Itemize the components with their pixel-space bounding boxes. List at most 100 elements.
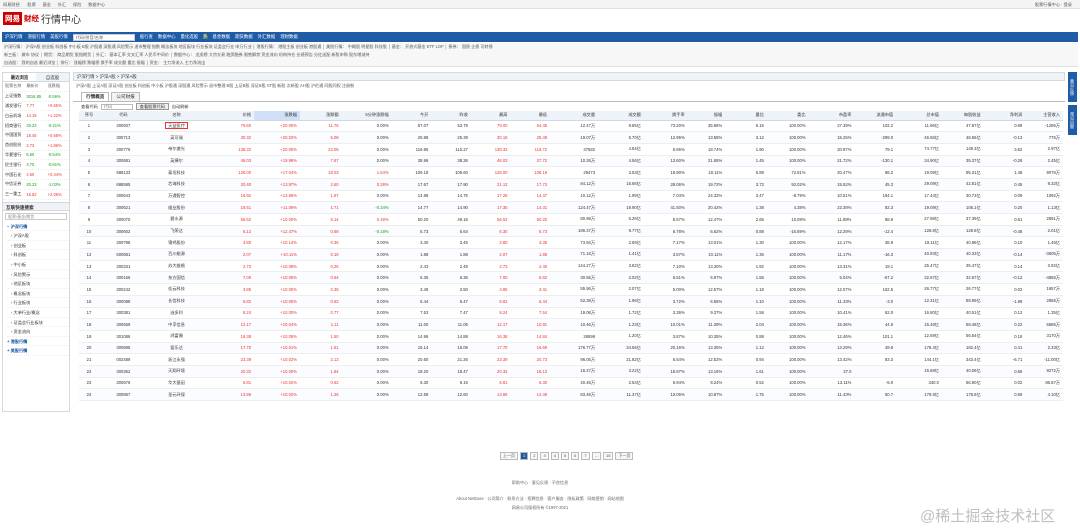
sidebar-stock-row[interactable]: 三一重工 15.82 +2.06% <box>3 190 69 200</box>
tree-item[interactable]: › 概念板块 <box>7 289 69 299</box>
sidebar-stock-row[interactable]: 招商银行 33.23 -0.21% <box>3 121 69 131</box>
tree-item[interactable]: › 行业板块 <box>7 298 69 308</box>
lookup-button[interactable]: 查看股票代码 <box>135 103 169 110</box>
column-header[interactable]: 价格 <box>208 111 255 121</box>
column-header[interactable]: 序号 <box>79 111 102 121</box>
table-row[interactable]: 6 688595 芯海科技 20.40 +13.97% 2.60 0.28% 17.67 17.… <box>79 178 1063 191</box>
table-cell[interactable]: 8 <box>79 201 102 214</box>
table-cell[interactable]: 300867 <box>101 388 148 401</box>
column-header[interactable]: 名称 <box>147 111 209 121</box>
table-cell[interactable]: 24 <box>79 388 102 401</box>
table-cell[interactable]: 17 <box>79 307 102 320</box>
tree-item[interactable]: › 风险警示 <box>7 270 69 280</box>
stock-name[interactable]: 三一重工 <box>5 191 26 197</box>
nav-extra[interactable]: 期货数据 <box>235 34 253 40</box>
table-cell[interactable]: 12 <box>79 248 102 261</box>
tree-item[interactable]: › 沪深A股 <box>7 231 69 241</box>
table-cell[interactable]: 16 <box>79 295 102 308</box>
table-row[interactable]: 5 688133 泰坦科技 128.00 +17.04% 18.03 1.84% 109.18… <box>79 166 1063 179</box>
page-link[interactable]: 7 <box>581 452 590 460</box>
feedback-tab[interactable]: 意见反馈 <box>1068 72 1077 102</box>
footer-links[interactable]: 帮助中心 · 意见反馈 · 不良信息 <box>0 480 1080 486</box>
stock-name-cell[interactable]: 英可瑞 <box>147 131 209 144</box>
tree-item[interactable]: › 资金流向 <box>7 327 69 337</box>
table-cell[interactable]: 300681 <box>101 155 148 168</box>
page-link[interactable]: 上一页 <box>500 452 518 460</box>
stock-name-cell[interactable]: 锦鸡股份 <box>147 236 209 250</box>
stock-name-cell[interactable]: 佳云科技 <box>147 283 209 296</box>
table-cell[interactable]: 300776 <box>101 143 148 156</box>
stock-name-cell[interactable]: 万通智控 <box>147 190 209 203</box>
stock-name-cell[interactable]: 圣元环保 <box>147 388 209 401</box>
table-cell[interactable]: 300070 <box>101 213 148 226</box>
page-link[interactable]: 1 <box>520 452 529 460</box>
table-row[interactable]: 16 300088 长信科技 6.82 +10.00% 0.62 0.00% 6.44 5.47… <box>79 295 1063 308</box>
table-row[interactable]: 9 300070 碧水源 56.52 +10.00% 5.14 0.49% 50.20 49.1… <box>79 213 1063 226</box>
tree-item[interactable]: › 地区板块 <box>7 279 69 289</box>
column-header[interactable]: 主营收入 <box>1025 111 1063 121</box>
stock-name-cell[interactable]: 飞荣达 <box>147 225 209 238</box>
table-row[interactable]: 14 300166 东方国信 7.00 +10.06% 0.64 0.00% 6.35 6.36… <box>79 271 1063 285</box>
tree-item[interactable]: − 沪深行情 <box>7 222 69 232</box>
column-header[interactable]: 市盈率 <box>808 111 855 121</box>
table-cell[interactable]: 300242 <box>101 283 148 296</box>
table-cell[interactable]: 20 <box>79 342 102 355</box>
stock-name-cell[interactable]: 东方国信 <box>147 271 209 285</box>
table-cell[interactable]: 688133 <box>101 166 148 179</box>
column-header[interactable]: 涨跌额 <box>299 111 342 121</box>
topbar-link[interactable]: 基金 <box>43 2 51 8</box>
table-cell[interactable]: 300362 <box>101 365 148 378</box>
table-row[interactable]: 1 300937 天益医疗 79.60 +20.00% 11.76 0.00% 57.07 53… <box>79 120 1063 133</box>
sidebar-stock-row[interactable]: 中国石化 4.60 +0.44% <box>3 170 69 180</box>
table-cell[interactable]: 300331 <box>101 260 148 273</box>
sidebar-stock-row[interactable]: 华夏银行 5.50 -0.54% <box>3 151 69 161</box>
nav-button[interactable]: 数据中心 <box>158 34 176 40</box>
tab-financials[interactable]: 公司财报 <box>111 92 140 101</box>
breadcrumb[interactable]: 沪深行情 > 沪深A股 > 沪深A股 <box>73 72 1065 81</box>
table-cell[interactable]: 300166 <box>101 271 148 285</box>
tree-item[interactable]: › 大单行业/概念 <box>7 308 69 318</box>
search-input[interactable]: 代码/拼音/名称 <box>72 33 135 41</box>
table-cell[interactable]: 300643 <box>101 190 148 203</box>
table-cell[interactable]: 21 <box>79 353 102 366</box>
table-row[interactable]: 8 300621 维业股份 18.51 +11.09% 1.71 -0.34% 14.77 14… <box>79 201 1063 214</box>
code-input[interactable]: 代码 <box>100 103 133 110</box>
sidebar-stock-row[interactable]: 民生银行 3.70 -0.81% <box>3 160 69 171</box>
table-row[interactable]: 20 300696 爱乐达 17.70 +10.01% 1.61 0.00% 16.14 16.… <box>79 342 1063 355</box>
stock-name-cell[interactable]: 泰坦科技 <box>147 166 209 179</box>
quick-search-input[interactable]: 股票/基金/期货 <box>5 212 67 220</box>
column-header[interactable]: 换手率 <box>643 111 688 121</box>
table-cell[interactable]: 4 <box>79 155 102 168</box>
stock-name[interactable]: 白云机场 <box>5 113 26 119</box>
table-cell[interactable]: 301086 <box>101 330 148 343</box>
page-link[interactable]: ... <box>591 452 601 460</box>
stock-name[interactable]: 首创股份 <box>5 142 26 148</box>
column-header[interactable]: 最高 <box>470 111 511 121</box>
stock-name-cell[interactable]: 浙江永强 <box>147 353 209 366</box>
table-cell[interactable]: 300937 <box>101 120 148 133</box>
column-header[interactable]: 委比 <box>766 111 809 121</box>
stock-name[interactable]: 中国国贸 <box>5 132 26 138</box>
page-link[interactable]: 5 <box>560 452 570 460</box>
table-row[interactable]: 12 600681 百川能源 2.07 +10.11% 0.19 0.00% 1.88 1.88… <box>79 248 1063 261</box>
table-row[interactable]: 15 300242 佳云科技 3.85 +10.00% 0.35 0.00% 3.48 3.50… <box>79 283 1063 296</box>
tree-item[interactable]: + 港股行情 <box>7 337 69 347</box>
table-cell[interactable]: 23 <box>79 377 102 390</box>
table-cell[interactable]: 14 <box>79 271 102 285</box>
column-header[interactable]: 流通市值 <box>854 111 897 121</box>
column-header[interactable]: 总市值 <box>896 111 942 121</box>
column-header[interactable]: 最低 <box>510 111 551 121</box>
table-cell[interactable]: 9 <box>79 213 102 226</box>
table-row[interactable]: 11 300798 锦鸡股份 3.80 +10.14% 0.35 0.00% 3.40 3.45… <box>79 236 1063 250</box>
topbar-link[interactable]: 保险 <box>73 2 81 8</box>
page-link[interactable]: 15 <box>602 452 614 460</box>
tree-item[interactable]: › 创业板 <box>7 241 69 251</box>
nav-extra[interactable]: 基金数据 <box>212 34 230 40</box>
sidebar-stock-row[interactable]: 浦发银行 7.77 +0.65% <box>3 102 69 112</box>
tree-item[interactable]: › 中小板 <box>7 260 69 270</box>
table-cell[interactable]: 3 <box>79 143 102 156</box>
sidebar-stock-row[interactable]: 中信证券 20.23 -1.03% <box>3 180 69 190</box>
stock-name-cell[interactable]: 维业股份 <box>147 201 209 214</box>
stock-name-cell[interactable]: 帝尔激光 <box>147 143 209 156</box>
table-row[interactable]: 21 002489 浙江永强 23.39 +10.02% 2.13 0.00% 20.60 21… <box>79 353 1063 366</box>
